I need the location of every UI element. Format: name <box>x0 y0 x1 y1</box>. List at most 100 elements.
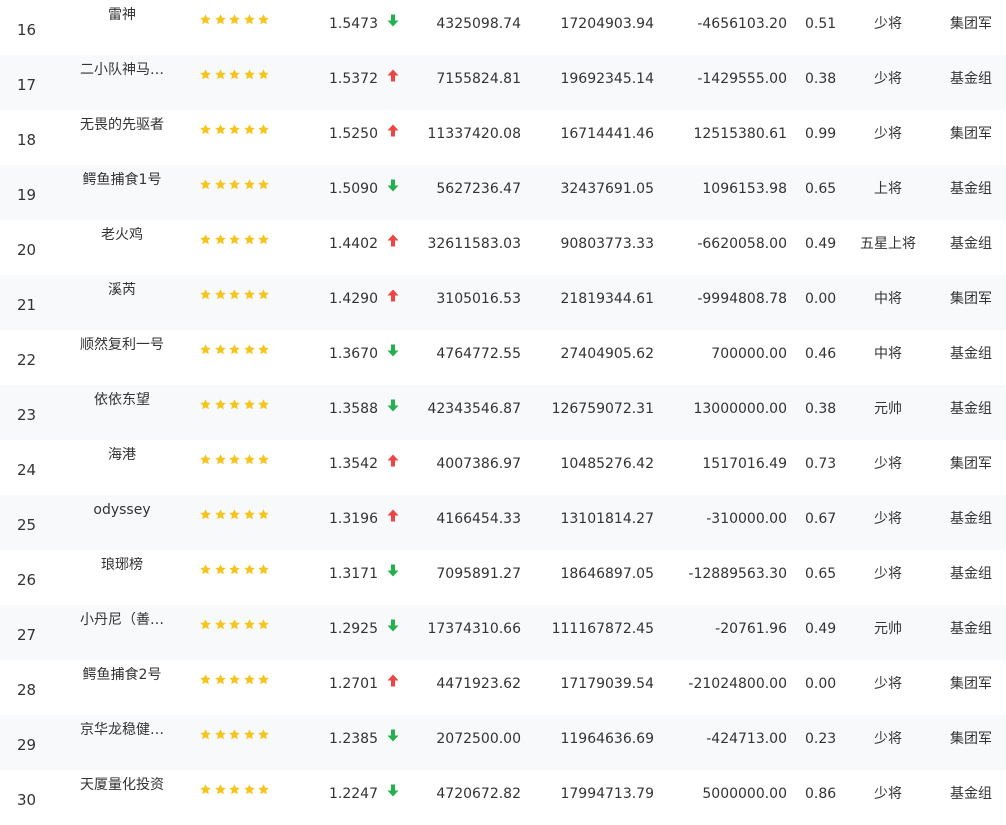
group-cell: 基金组 <box>950 71 992 87</box>
amount-cell: 19692345.14 <box>560 71 654 87</box>
name-link[interactable]: 小丹尼（善… <box>58 612 186 628</box>
star-rating <box>199 343 272 357</box>
star-icon <box>200 509 211 520</box>
name-link[interactable]: 顺然复利一号 <box>58 337 186 353</box>
star-icon <box>214 344 226 355</box>
rank-cell: 30 <box>17 791 37 809</box>
table-row[interactable]: 28 鳄鱼捕食2号 1.2701 4471923.62 17179039.54 … <box>0 660 1006 715</box>
total-assets-cell: 17374310.66 <box>427 621 521 637</box>
name-link[interactable]: 老火鸡 <box>58 227 186 243</box>
arrow-down-icon <box>387 564 399 577</box>
table-row[interactable]: 27 小丹尼（善… 1.2925 17374310.66 111167872.4… <box>0 605 1006 660</box>
score-cell: 0.65 <box>805 566 837 582</box>
star-icon <box>200 234 211 245</box>
group-cell: 集团军 <box>950 731 992 747</box>
table-row[interactable]: 16 雷神 1.5473 4325098.74 17204903.94 -465… <box>0 0 1006 55</box>
level-cell: 少将 <box>874 731 902 747</box>
table-row[interactable]: 20 老火鸡 1.4402 32611583.03 90803773.33 -6… <box>0 220 1006 275</box>
score-cell: 0.38 <box>805 71 837 87</box>
group-cell: 基金组 <box>950 236 992 252</box>
star-icon <box>214 69 226 80</box>
name-link[interactable]: odyssey <box>58 502 186 518</box>
star-icon <box>258 124 270 135</box>
star-icon <box>229 14 240 25</box>
total-assets-cell: 11337420.08 <box>427 126 521 142</box>
amount-cell: 18646897.05 <box>560 566 654 582</box>
level-cell: 上将 <box>874 181 902 197</box>
amount-cell: 17204903.94 <box>560 16 654 32</box>
star-icon <box>229 564 240 575</box>
rank-cell: 17 <box>17 76 37 94</box>
star-icon <box>258 454 270 465</box>
rank-cell: 29 <box>17 736 37 754</box>
nav-cell: 1.2247 <box>329 786 378 802</box>
star-rating <box>199 618 272 632</box>
name-link[interactable]: 雷神 <box>58 7 186 23</box>
nav-cell: 1.4290 <box>329 291 378 307</box>
star-icon <box>243 234 255 245</box>
name-link[interactable]: 京华龙稳健… <box>58 722 186 738</box>
star-icon <box>214 454 226 465</box>
nav-cell: 1.3670 <box>329 346 378 362</box>
name-link[interactable]: 天厦量化投资 <box>58 777 186 793</box>
table-row[interactable]: 23 依依东望 1.3588 42343546.87 126759072.31 … <box>0 385 1006 440</box>
name-link[interactable]: 鳄鱼捕食1号 <box>58 172 186 188</box>
star-icon <box>243 14 255 25</box>
star-icon <box>229 784 240 795</box>
net-flow-cell: 1517016.49 <box>702 456 787 472</box>
star-icon <box>258 729 270 740</box>
score-cell: 0.23 <box>805 731 837 747</box>
net-flow-cell: -6620058.00 <box>697 236 787 252</box>
table-row[interactable]: 30 天厦量化投资 1.2247 4720672.82 17994713.79 … <box>0 770 1006 825</box>
star-icon <box>214 14 226 25</box>
star-icon <box>214 234 226 245</box>
name-link[interactable]: 鳄鱼捕食2号 <box>58 667 186 683</box>
star-icon <box>243 729 255 740</box>
star-rating <box>199 453 272 467</box>
star-icon <box>214 399 226 410</box>
arrow-up-icon <box>387 69 399 82</box>
star-rating <box>199 123 272 137</box>
star-icon <box>258 179 270 190</box>
table-row[interactable]: 19 鳄鱼捕食1号 1.5090 5627236.47 32437691.05 … <box>0 165 1006 220</box>
star-rating <box>199 673 272 687</box>
table-row[interactable]: 24 海港 1.3542 4007386.97 10485276.42 1517… <box>0 440 1006 495</box>
level-cell: 少将 <box>874 456 902 472</box>
rank-cell: 27 <box>17 626 37 644</box>
name-link[interactable]: 二小队神马… <box>58 62 186 78</box>
name-link[interactable]: 溪芮 <box>58 282 186 298</box>
arrow-down-icon <box>387 14 399 27</box>
net-flow-cell: 12515380.61 <box>693 126 787 142</box>
star-icon <box>229 234 240 245</box>
star-icon <box>200 454 211 465</box>
star-icon <box>229 344 240 355</box>
star-icon <box>200 124 211 135</box>
star-rating <box>199 508 272 522</box>
amount-cell: 32437691.05 <box>560 181 654 197</box>
score-cell: 0.00 <box>805 291 837 307</box>
score-cell: 0.49 <box>805 236 837 252</box>
star-icon <box>200 69 211 80</box>
table-row[interactable]: 18 无畏的先驱者 1.5250 11337420.08 16714441.46… <box>0 110 1006 165</box>
star-icon <box>243 399 255 410</box>
name-link[interactable]: 海港 <box>58 447 186 463</box>
name-link[interactable]: 无畏的先驱者 <box>58 117 186 133</box>
star-icon <box>243 69 255 80</box>
table-row[interactable]: 17 二小队神马… 1.5372 7155824.81 19692345.14 … <box>0 55 1006 110</box>
arrow-down-icon <box>387 344 399 357</box>
table-row[interactable]: 21 溪芮 1.4290 3105016.53 21819344.61 -999… <box>0 275 1006 330</box>
table-row[interactable]: 26 琅琊榜 1.3171 7095891.27 18646897.05 -12… <box>0 550 1006 605</box>
rank-cell: 20 <box>17 241 37 259</box>
table-row[interactable]: 25 odyssey 1.3196 4166454.33 13101814.27… <box>0 495 1006 550</box>
nav-cell: 1.3542 <box>329 456 378 472</box>
name-link[interactable]: 依依东望 <box>58 392 186 408</box>
table-row[interactable]: 29 京华龙稳健… 1.2385 2072500.00 11964636.69 … <box>0 715 1006 770</box>
table-row[interactable]: 22 顺然复利一号 1.3670 4764772.55 27404905.62 … <box>0 330 1006 385</box>
net-flow-cell: -9994808.78 <box>697 291 787 307</box>
star-icon <box>200 289 211 300</box>
arrow-down-icon <box>387 179 399 192</box>
group-cell: 集团军 <box>950 456 992 472</box>
score-cell: 0.67 <box>805 511 837 527</box>
rank-cell: 18 <box>17 131 37 149</box>
name-link[interactable]: 琅琊榜 <box>58 557 186 573</box>
